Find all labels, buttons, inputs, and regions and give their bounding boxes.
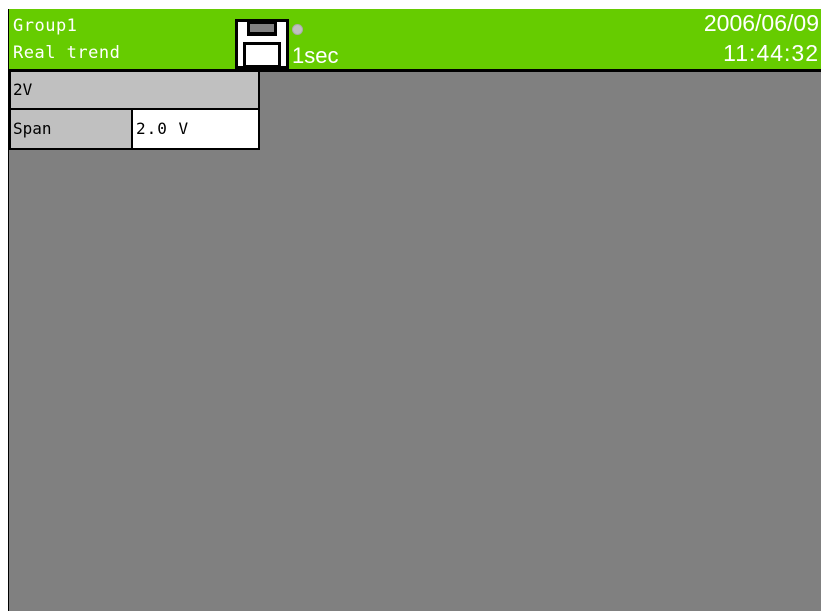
span-value-field[interactable]: 2.0 V	[133, 110, 258, 148]
date-display: 2006/06/09	[703, 10, 819, 36]
screen-name[interactable]: Real trend	[13, 43, 120, 63]
access-lamp-icon	[292, 24, 303, 35]
floppy-disk-icon	[235, 19, 289, 69]
channel-name[interactable]: 2V	[11, 72, 258, 110]
channel-span-panel: 2V Span 2.0 V	[9, 72, 260, 150]
time-display: 11:44:32	[723, 40, 819, 66]
media-status: 1sec	[235, 19, 375, 69]
span-row[interactable]: Span 2.0 V	[11, 110, 258, 148]
status-bar: Group1 Real trend 1sec 2006/06/09 11:44:…	[9, 9, 821, 72]
span-label: Span	[11, 110, 133, 148]
recorder-screen: Group1 Real trend 1sec 2006/06/09 11:44:…	[8, 9, 821, 611]
sample-interval: 1sec	[292, 43, 339, 68]
group-name[interactable]: Group1	[13, 16, 77, 36]
